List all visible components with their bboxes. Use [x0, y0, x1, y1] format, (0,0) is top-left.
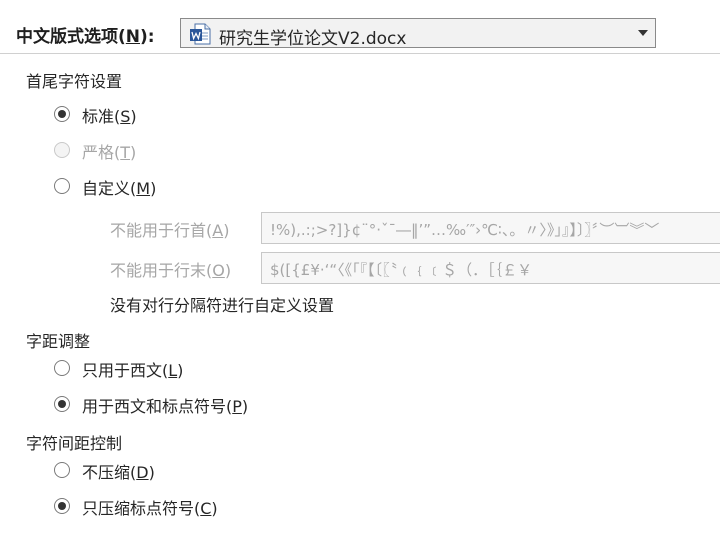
radio-button[interactable] [54, 360, 70, 376]
chevron-down-icon[interactable] [637, 27, 649, 39]
radio-label: 用于西文和标点符号(P) [82, 397, 249, 416]
radio-button[interactable] [54, 462, 70, 478]
custom-settings-note: 没有对行分隔符进行自定义设置 [110, 296, 335, 315]
radio-button-checked[interactable] [54, 106, 70, 122]
document-select[interactable]: 研究生学位论文V2.docx [180, 18, 656, 49]
not-at-line-end-value: $([{£¥·‘“〈《「『【〔〖〝﹙﹛﹝＄（．［｛￡￥ [270, 261, 533, 279]
character-spacing-title: 字距调整 [26, 332, 91, 351]
radio-label: 不压缩(D) [82, 463, 155, 482]
radio-button-checked[interactable] [54, 396, 70, 412]
document-select-value: 研究生学位论文V2.docx [219, 29, 407, 49]
radio-button-checked[interactable] [54, 498, 70, 514]
header-divider [0, 53, 720, 54]
not-at-line-end-label: 不能用于行末(O) [110, 261, 232, 280]
chinese-layout-options-label: 中文版式选项(N): [16, 27, 155, 47]
not-at-line-end-field: $([{£¥·‘“〈《「『【〔〖〝﹙﹛﹝＄（．［｛￡￥ [261, 252, 720, 284]
not-at-line-start-value: !%),.:;>?]}¢¨°·ˇˉ―‖’”…‰′″›℃∶、。〃〉》」』】〕〗〞︶… [270, 221, 660, 239]
not-at-line-start-label: 不能用于行首(A) [110, 221, 230, 240]
character-spacing-control-title: 字符间距控制 [26, 434, 123, 453]
radio-button[interactable] [54, 178, 70, 194]
access-key: N [125, 27, 141, 47]
radio-label: 自定义(M) [82, 179, 157, 198]
radio-label: 严格(T) [82, 143, 137, 162]
word-document-icon [190, 23, 211, 45]
radio-button-disabled [54, 142, 70, 158]
radio-label: 只压缩标点符号(C) [82, 499, 218, 518]
line-break-rules-title: 首尾字符设置 [26, 72, 123, 91]
radio-label: 只用于西文(L) [82, 361, 184, 380]
not-at-line-start-field: !%),.:;>?]}¢¨°·ˇˉ―‖’”…‰′″›℃∶、。〃〉》」』】〕〗〞︶… [261, 212, 720, 244]
radio-label: 标准(S) [82, 107, 137, 126]
